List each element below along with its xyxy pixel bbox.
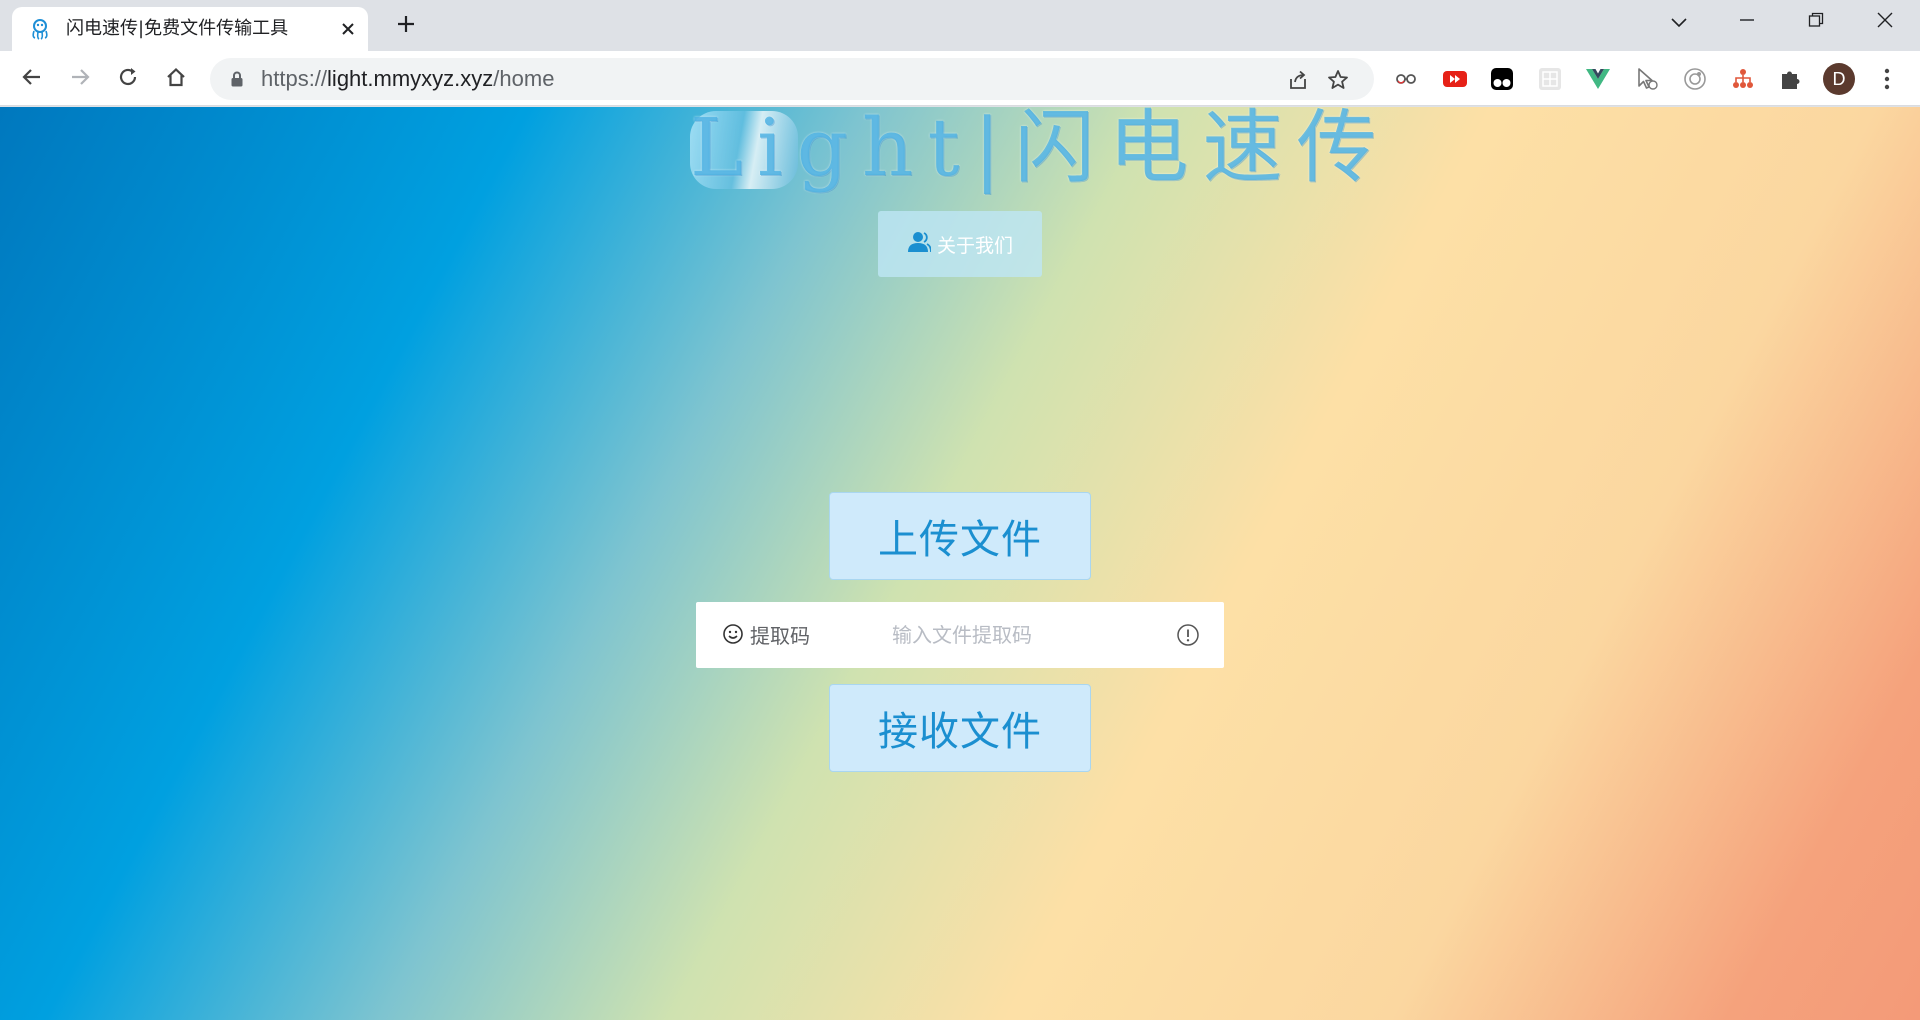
reload-button[interactable]: [111, 62, 145, 96]
info-circle-icon[interactable]: [1176, 623, 1200, 647]
puzzle-icon[interactable]: [1777, 65, 1805, 93]
receive-file-label: 接收文件: [878, 709, 1042, 755]
url-text[interactable]: https://light.mmyxyz.xyz/home: [261, 67, 554, 91]
tampermonkey-icon[interactable]: [1488, 65, 1516, 93]
glasses-icon[interactable]: [1392, 65, 1420, 93]
circle-icon[interactable]: [1681, 65, 1709, 93]
forward-arrow-icon: [69, 66, 91, 92]
restore-button[interactable]: [1798, 8, 1834, 36]
site-logo[interactable]: Light|闪电速传: [690, 107, 1377, 193]
smile-icon: [722, 623, 744, 649]
extraction-code-field[interactable]: 提取码: [696, 602, 1224, 668]
about-us-button[interactable]: 关于我们: [878, 211, 1042, 277]
extraction-code-input[interactable]: [892, 615, 1152, 655]
octopus-icon: [29, 18, 51, 40]
tab-search-button[interactable]: [1661, 8, 1697, 36]
reload-icon: [117, 66, 139, 92]
code-label: 提取码: [750, 624, 810, 648]
kebab-menu-icon[interactable]: [1873, 65, 1901, 93]
share-icon[interactable]: [1285, 67, 1311, 93]
window-close-button[interactable]: [1867, 8, 1903, 36]
upload-file-button[interactable]: 上传文件: [829, 492, 1091, 580]
grid-icon[interactable]: [1536, 65, 1564, 93]
youtube-icon[interactable]: [1441, 65, 1469, 93]
browser-tab[interactable]: 闪电速传|免费文件传输工具: [12, 7, 368, 51]
back-button[interactable]: [15, 62, 49, 96]
upload-file-label: 上传文件: [878, 517, 1042, 563]
cursor-icon[interactable]: [1633, 65, 1661, 93]
browser-toolbar: https://light.mmyxyz.xyz/home D: [0, 51, 1920, 106]
back-arrow-icon: [21, 66, 43, 92]
vue-icon[interactable]: [1584, 65, 1612, 93]
tab-title: 闪电速传|免费文件传输工具: [66, 18, 289, 39]
user-icon: [907, 231, 932, 257]
chevron-down-icon: [1670, 13, 1688, 32]
star-icon[interactable]: [1325, 67, 1351, 93]
page-background: Light|闪电速传 关于我们 上传文件 提取码 接收文件: [0, 107, 1920, 1020]
new-tab-button[interactable]: [392, 12, 420, 40]
lock-icon[interactable]: [228, 70, 246, 88]
address-bar[interactable]: https://light.mmyxyz.xyz/home: [210, 58, 1374, 100]
browser-titlebar: 闪电速传|免费文件传输工具: [0, 0, 1920, 51]
logo-text: Light|闪电速传: [690, 107, 1391, 194]
minimize-button[interactable]: [1729, 8, 1765, 36]
home-icon: [165, 66, 187, 92]
plus-icon: [396, 14, 416, 38]
about-us-label: 关于我们: [936, 234, 1013, 257]
minimize-icon: [1739, 12, 1755, 32]
avatar[interactable]: D: [1823, 63, 1855, 95]
close-icon: [1877, 12, 1893, 32]
home-button[interactable]: [159, 62, 193, 96]
receive-file-button[interactable]: 接收文件: [829, 684, 1091, 772]
forward-button[interactable]: [63, 62, 97, 96]
tree-icon[interactable]: [1729, 65, 1757, 93]
code-prefix: 提取码: [722, 623, 810, 649]
close-icon[interactable]: [337, 18, 359, 40]
restore-icon: [1808, 12, 1824, 32]
